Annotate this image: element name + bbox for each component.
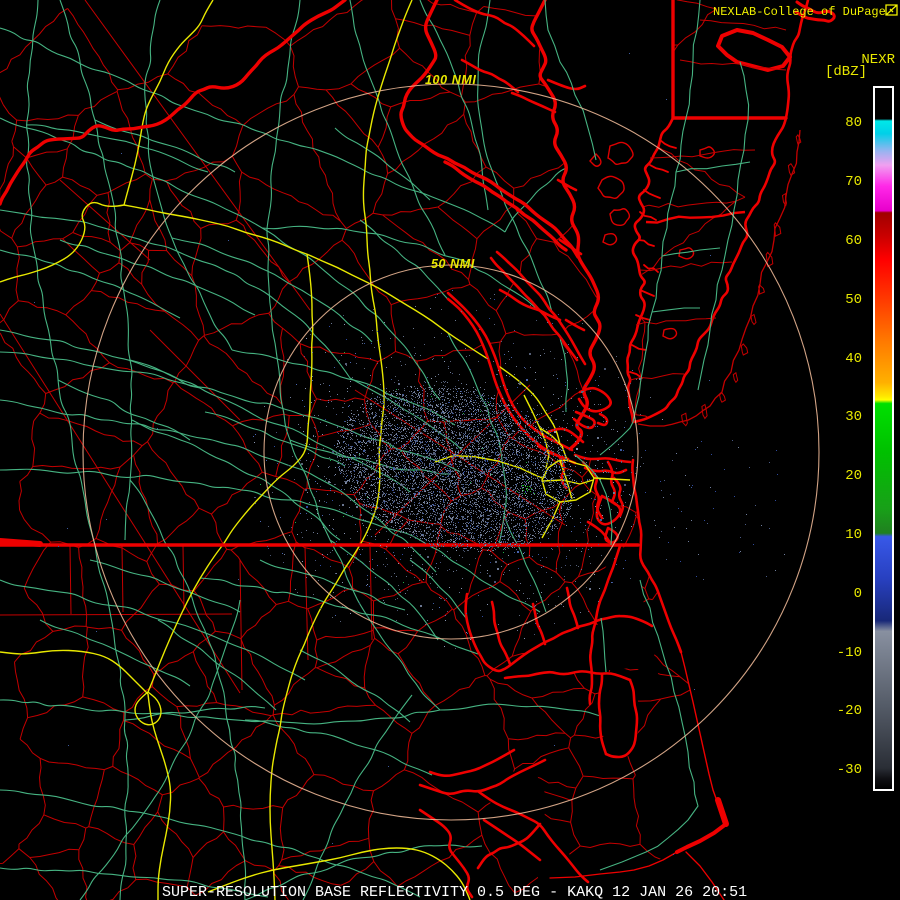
svg-text:[dBZ]: [dBZ] <box>825 64 867 80</box>
svg-text:40: 40 <box>845 351 862 367</box>
svg-text:20: 20 <box>845 468 862 484</box>
svg-text:SUPER-RESOLUTION BASE REFLECTI: SUPER-RESOLUTION BASE REFLECTIVITY 0.5 D… <box>162 884 747 900</box>
svg-text:30: 30 <box>845 409 862 425</box>
svg-text:70: 70 <box>845 174 862 190</box>
svg-text:80: 80 <box>845 115 862 131</box>
svg-text:50 NMI: 50 NMI <box>431 257 475 271</box>
svg-text:-30: -30 <box>837 762 862 778</box>
svg-text:0: 0 <box>854 586 862 602</box>
svg-text:-10: -10 <box>837 645 862 661</box>
svg-text:NEXLAB-College of DuPage: NEXLAB-College of DuPage <box>713 5 886 19</box>
svg-text:100 NMI: 100 NMI <box>425 73 476 87</box>
svg-text:10: 10 <box>845 527 862 543</box>
svg-text:50: 50 <box>845 292 862 308</box>
svg-text:60: 60 <box>845 233 862 249</box>
svg-text:-20: -20 <box>837 703 862 719</box>
